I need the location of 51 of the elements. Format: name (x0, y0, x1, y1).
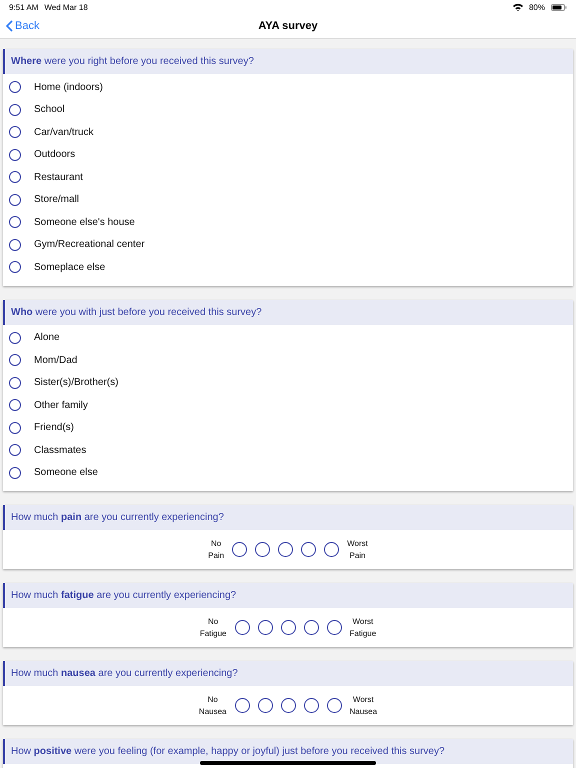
scale-high-label: Worst Nausea (350, 694, 378, 718)
scale-radio[interactable] (326, 698, 342, 713)
radio-option[interactable]: Outdoors (3, 144, 573, 166)
radio-option[interactable]: Home (indoors) (3, 76, 573, 98)
radio-option[interactable]: Restaurant (3, 166, 573, 188)
scale-radio[interactable] (258, 698, 272, 713)
radio-option[interactable]: Someone else (3, 462, 573, 484)
scale-radio[interactable] (301, 542, 316, 557)
scale-low-label: No Nausea (198, 694, 226, 718)
question-header: How much nausea are you currently experiencing? (3, 661, 573, 686)
status-time: 9:51 AM (9, 2, 38, 12)
battery-percent: 80% (528, 2, 545, 12)
radio-option[interactable]: Someone else's house (3, 211, 573, 234)
scale-radio[interactable] (278, 542, 294, 557)
radio-option[interactable]: Classmates (3, 439, 573, 462)
scale-radio[interactable] (326, 620, 342, 635)
scale-radio[interactable] (258, 620, 272, 635)
scale-radio[interactable] (280, 698, 296, 713)
scale-high-label: Worst Pain (347, 538, 368, 562)
radio-option[interactable]: Someplace else (3, 256, 573, 278)
scale-radio[interactable] (232, 542, 248, 557)
question-header: Where were you right before you received this survey? (3, 49, 573, 74)
wifi-icon (512, 3, 523, 11)
scale-radio[interactable] (255, 542, 270, 557)
question-header: Who were you with just before you received this survey? (3, 300, 573, 324)
scale-radio[interactable] (304, 620, 318, 635)
radio-option[interactable]: School (3, 98, 573, 121)
status-date: Wed Mar 18 (44, 2, 88, 12)
radio-option[interactable]: Other family (3, 394, 573, 416)
radio-option[interactable]: Mom/Dad (3, 349, 573, 372)
question-header: How much fatigue are you currently experiencing? (3, 583, 573, 608)
radio-option[interactable]: Store/mall (3, 188, 573, 211)
scale-radio[interactable] (280, 620, 296, 635)
page-title: AYA survey (258, 20, 318, 32)
radio-option[interactable]: Sister(s)/Brother(s) (3, 372, 573, 394)
chevron-left-icon (6, 20, 13, 32)
radio-option[interactable]: Gym/Recreational center (3, 234, 573, 256)
scale-high-label: Worst Fatigue (350, 616, 376, 640)
scale-low-label: No Fatigue (200, 616, 226, 640)
scale-radio[interactable] (304, 698, 318, 713)
battery-icon (551, 4, 567, 10)
scale-radio[interactable] (324, 542, 340, 557)
back-button[interactable]: Back (6, 20, 40, 32)
radio-option[interactable]: Friend(s) (3, 416, 573, 439)
question-header: How much pain are you currently experiencing? (3, 505, 573, 530)
radio-option[interactable]: Car/van/truck (3, 121, 573, 144)
radio-option[interactable]: Alone (3, 326, 573, 349)
scale-radio[interactable] (234, 620, 250, 635)
scale-low-label: No Pain (208, 538, 224, 562)
scale-radio[interactable] (234, 698, 250, 713)
question-header: How positive were you feeling (for example, happy or joyful) just before you received this survey? (3, 739, 573, 764)
